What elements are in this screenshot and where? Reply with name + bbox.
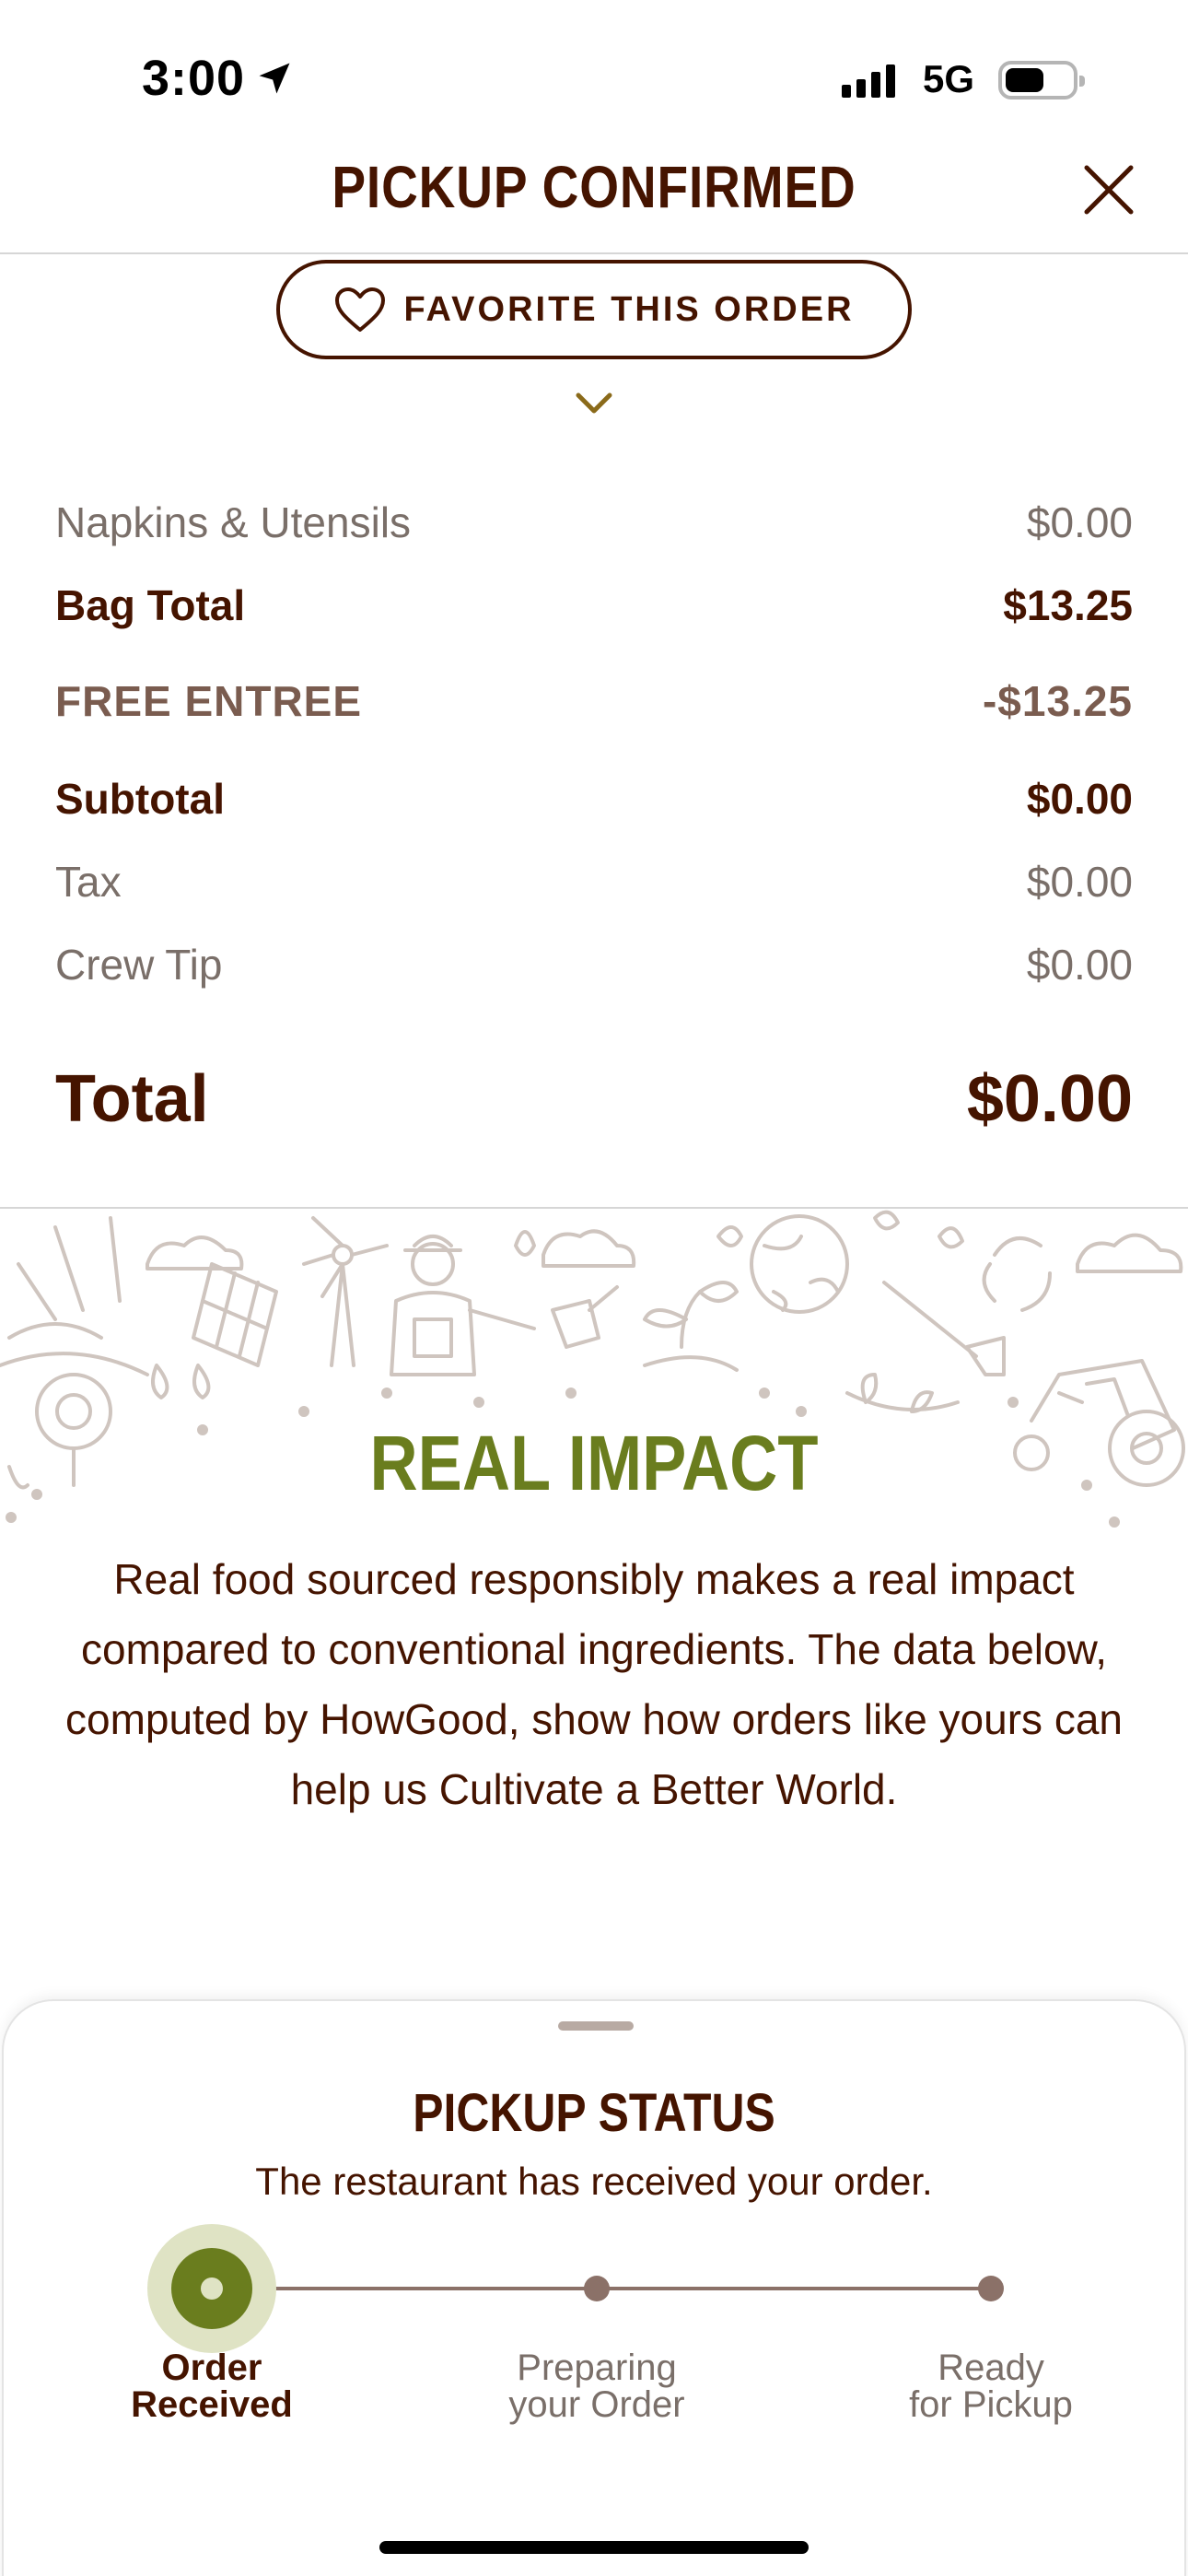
total-label: Total [55,1062,209,1136]
favorite-order-label: FAVORITE THIS ORDER [403,289,855,329]
favorite-order-button[interactable]: FAVORITE THIS ORDER [276,260,912,359]
heart-icon [335,287,386,332]
summary-row-tip: Crew Tip $0.00 [55,940,1133,989]
pickup-status-title: PICKUP STATUS [413,2083,775,2143]
summary-amount: $0.00 [1026,858,1133,906]
real-impact-text: Real food sourced responsibly makes a re… [64,1555,1123,1813]
pickup-status-subtitle: The restaurant has received your order. [255,2160,933,2203]
summary-amount: $0.00 [1026,498,1133,546]
summary-label: Napkins & Utensils [55,498,412,546]
home-indicator[interactable] [379,2541,809,2554]
summary-amount: $0.00 [1026,941,1133,989]
summary-row-napkins: Napkins & Utensils $0.00 [55,498,1133,547]
network-type: 5G [923,57,975,100]
summary-label: Tax [55,858,122,906]
location-arrow-icon [259,63,290,94]
summary-label: FREE ENTREE [55,677,363,725]
summary-amount: $13.25 [1003,581,1133,629]
step-ready-label: Ready for Pickup [909,2348,1073,2425]
summary-label: Subtotal [55,775,225,823]
total-amount: $0.00 [966,1062,1133,1136]
step-order-received-label: Order Received [131,2348,293,2425]
summary-row-bag-total: Bag Total $13.25 [55,580,1133,630]
summary-row-tax: Tax $0.00 [55,857,1133,907]
step-preparing-label: Preparing your Order [508,2348,685,2425]
clock-time: 3:00 [142,51,246,106]
nav-header: PICKUP CONFIRMED [0,138,1188,254]
clock: 3:00 [142,50,295,107]
summary-row-promo: FREE ENTREE -$13.25 [55,676,1133,726]
step-preparing-dot [584,2276,610,2301]
step-ready-dot [978,2276,1004,2301]
pickup-status-sheet[interactable]: PICKUP STATUS The restaurant has receive… [2,1999,1186,2576]
battery-icon [998,61,1085,100]
summary-amount: -$13.25 [982,677,1133,725]
summary-label: Bag Total [55,581,246,629]
sheet-grabber-handle[interactable] [558,2021,634,2031]
status-bar: 3:00 5G [0,0,1188,138]
cellular-signal-icon [842,61,895,98]
summary-amount: $0.00 [1026,775,1133,823]
real-impact-title: REAL IMPACT [369,1420,819,1506]
summary-row-total: Total $0.00 [55,1061,1133,1137]
summary-row-subtotal: Subtotal $0.00 [55,774,1133,824]
close-icon[interactable] [1079,160,1138,219]
chevron-down-icon[interactable] [575,391,613,416]
page-title: PICKUP CONFIRMED [332,154,856,220]
summary-label: Crew Tip [55,941,223,989]
